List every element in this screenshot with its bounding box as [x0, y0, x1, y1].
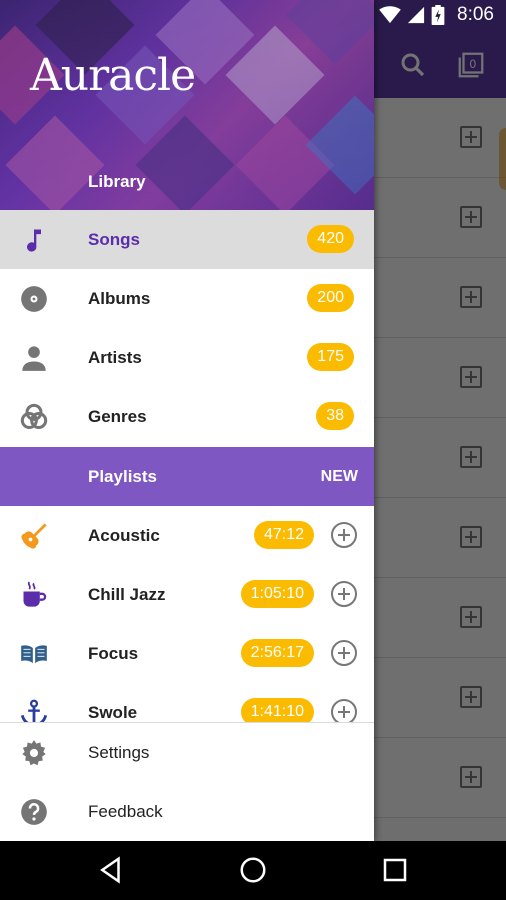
- duration-badge: 1:05:10: [240, 580, 314, 608]
- playlist-label: Chill Jazz: [88, 585, 166, 604]
- wifi-icon: [379, 6, 401, 24]
- playlist-item-chill-jazz[interactable]: Chill Jazz 1:05:10: [0, 565, 374, 624]
- battery-charging-icon: [431, 5, 445, 25]
- playlists-section-header: Playlists NEW: [0, 447, 374, 506]
- coffee-cup-icon: [23, 581, 47, 607]
- music-note-icon: [27, 229, 41, 252]
- duration-badge: 1:41:10: [240, 698, 314, 722]
- playlist-label: Swole: [88, 703, 138, 722]
- app-logo: Auracle: [30, 50, 196, 101]
- drawer-item-artists[interactable]: Artists 175: [0, 328, 374, 387]
- add-circle-icon[interactable]: [331, 640, 357, 666]
- clock: 8:06: [457, 4, 494, 25]
- drawer-item-genres[interactable]: Genres 38: [0, 387, 374, 446]
- drawer-item-songs[interactable]: Songs 420: [0, 210, 374, 269]
- drawer-item-feedback[interactable]: Feedback: [0, 782, 374, 841]
- cell-signal-icon: [407, 6, 425, 24]
- count-badge: 200: [307, 284, 354, 312]
- count-badge: 38: [316, 402, 354, 430]
- back-icon[interactable]: [96, 855, 126, 885]
- guitar-icon: [21, 523, 47, 549]
- home-icon[interactable]: [238, 855, 268, 885]
- playlists-label: Playlists: [88, 467, 157, 486]
- anchor-icon: [20, 699, 48, 722]
- library-section-label: Library: [88, 172, 146, 191]
- gear-icon: [22, 740, 46, 766]
- playlist-item-swole[interactable]: Swole 1:41:10: [0, 683, 374, 722]
- drawer-item-albums[interactable]: Albums 200: [0, 269, 374, 328]
- disc-icon: [21, 286, 47, 312]
- recents-icon[interactable]: [380, 855, 410, 885]
- drawer-header: Auracle Library: [0, 0, 374, 210]
- count-badge: 175: [307, 343, 354, 371]
- open-book-icon: [21, 645, 47, 664]
- playlist-item-focus[interactable]: Focus 2:56:17: [0, 624, 374, 683]
- playlist-label: Focus: [88, 644, 139, 663]
- drawer-item-label: Songs: [88, 230, 140, 249]
- duration-badge: 47:12: [253, 521, 314, 549]
- duration-badge: 2:56:17: [240, 639, 314, 667]
- help-icon: [21, 799, 47, 825]
- playlist-item-acoustic[interactable]: Acoustic 47:12: [0, 506, 374, 565]
- playlist-label: Acoustic: [88, 526, 160, 545]
- genres-icon: [20, 403, 48, 430]
- drawer-item-label: Settings: [88, 743, 150, 762]
- drawer-item-settings[interactable]: Settings: [0, 723, 374, 782]
- status-bar: 8:06: [0, 0, 506, 30]
- drawer-item-label: Feedback: [88, 802, 163, 821]
- new-playlist-button[interactable]: NEW: [321, 447, 358, 506]
- add-circle-icon[interactable]: [331, 581, 357, 607]
- drawer-item-label: Artists: [88, 348, 142, 367]
- add-circle-icon[interactable]: [331, 522, 357, 548]
- drawer-item-label: Genres: [88, 407, 147, 426]
- count-badge: 420: [307, 225, 354, 253]
- navigation-drawer: Auracle Library Songs 420 Albums 200 Art…: [0, 0, 374, 841]
- add-circle-icon[interactable]: [331, 699, 357, 722]
- drawer-item-label: Albums: [88, 289, 151, 308]
- person-icon: [22, 346, 46, 371]
- navigation-bar: [0, 841, 506, 900]
